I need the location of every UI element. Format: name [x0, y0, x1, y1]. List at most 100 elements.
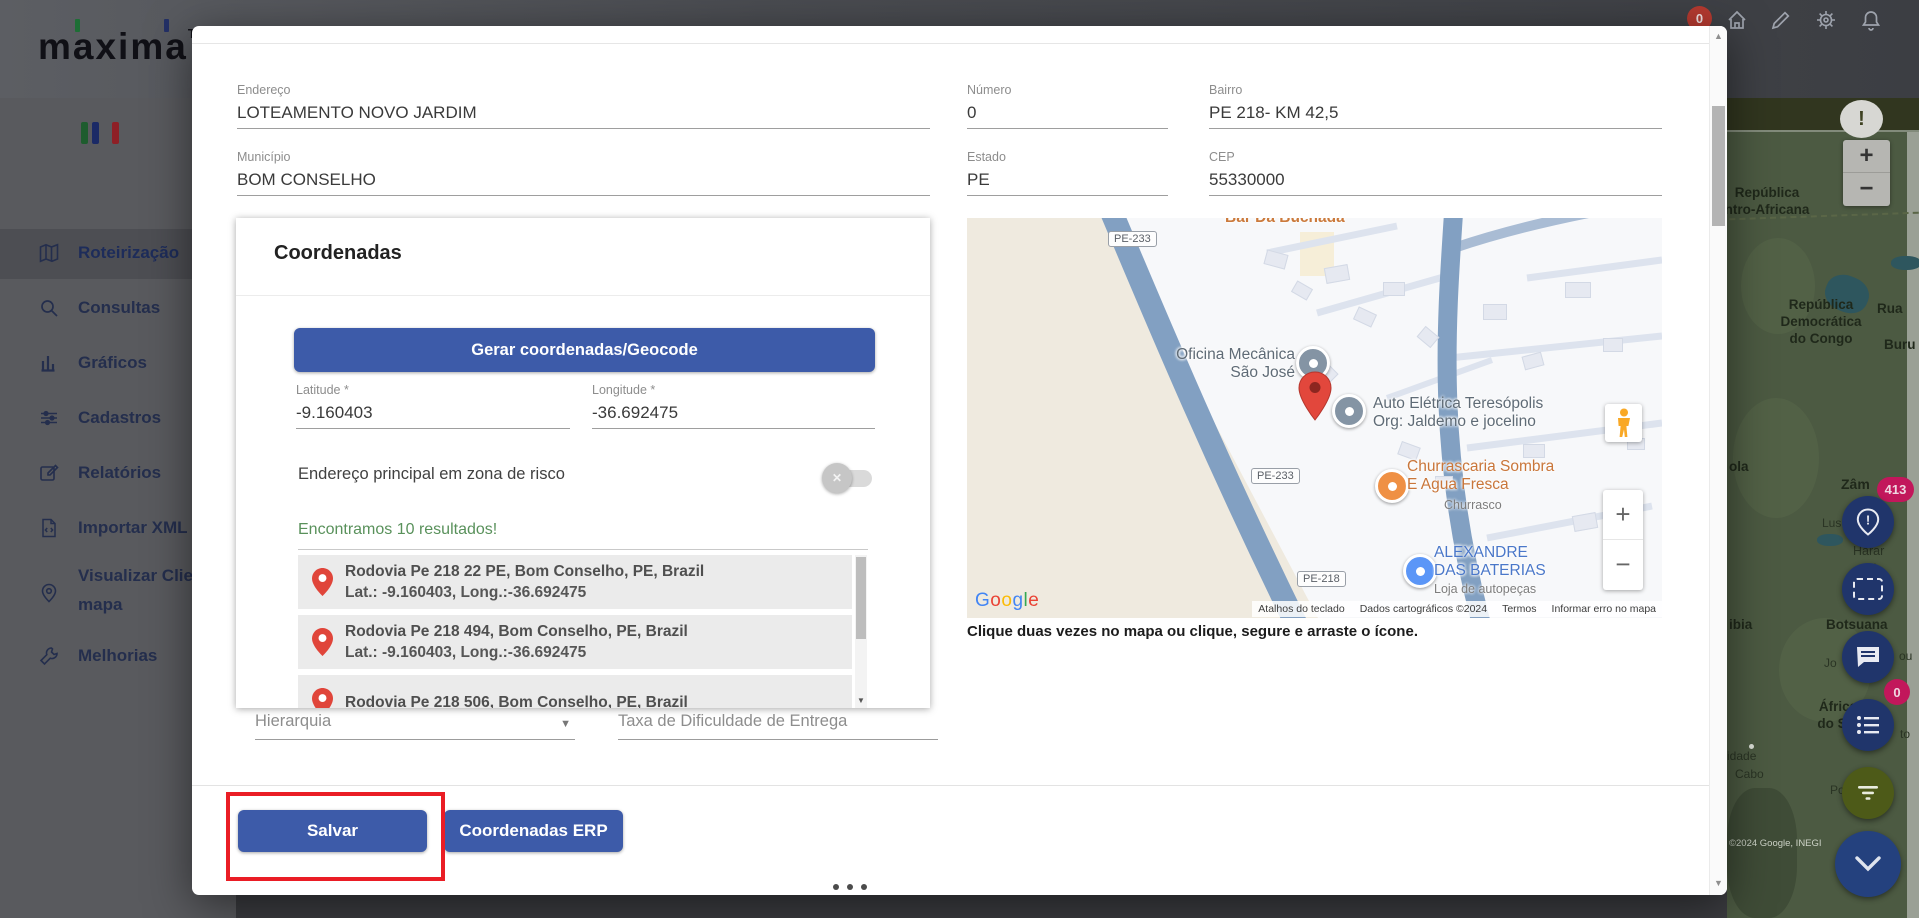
modal-scrollbar[interactable]: ▲ ▼ [1709, 26, 1727, 895]
municipio-label: Município [237, 150, 930, 164]
cep-field[interactable]: CEP 55330000 [1209, 150, 1662, 196]
dashed-area-icon [1853, 578, 1883, 600]
pin-alert-fab[interactable]: ! [1842, 496, 1894, 548]
scroll-down-icon[interactable]: ▼ [1710, 878, 1727, 888]
chat-bubble-icon [1855, 645, 1881, 669]
poi-marker-shop[interactable] [1403, 554, 1437, 588]
ellipsis-dot [861, 884, 867, 890]
flag-green [81, 122, 88, 144]
map-label-lusaka: Lus [1822, 515, 1841, 532]
zoom-out-button[interactable]: − [1843, 173, 1890, 205]
map-label-namibia: ibia [1729, 616, 1752, 633]
background-zoom-control: + − [1843, 140, 1890, 206]
address-map[interactable]: PE-233 PE-233 PE-218 Bar Da Buchada Ofic… [967, 218, 1662, 618]
taxa-dificuldade-field[interactable]: Taxa de Dificuldade de Entrega [618, 712, 938, 740]
map-label-fragment-ou: ou [1899, 648, 1912, 665]
cep-value: 55330000 [1209, 170, 1662, 195]
pin-alert-icon: ! [1856, 508, 1880, 536]
poi-marker-restaurant[interactable] [1375, 469, 1409, 503]
filter-fab[interactable] [1842, 767, 1894, 819]
result-item[interactable]: Rodovia Pe 218 22 PE, Bom Conselho, PE, … [298, 555, 852, 609]
result-item[interactable]: Rodovia Pe 218 506, Bom Conselho, PE, Br… [298, 675, 852, 708]
bairro-label: Bairro [1209, 83, 1662, 97]
pegman-icon [1616, 408, 1632, 438]
toggle-knob: ✕ [822, 463, 852, 493]
scroll-down-icon[interactable]: ▼ [855, 696, 867, 705]
numero-field[interactable]: Número 0 [967, 83, 1168, 129]
map-building [1603, 338, 1623, 352]
pegman-control[interactable] [1605, 404, 1642, 442]
hierarquia-select[interactable]: Hierarquia ▼ [255, 712, 575, 740]
results-divider [298, 549, 868, 550]
sliders-icon [38, 407, 60, 429]
edit-address-modal: Endereço LOTEAMENTO NOVO JARDIM Número 0… [192, 26, 1727, 895]
scroll-up-icon[interactable]: ▲ [1710, 31, 1727, 41]
list-fab[interactable] [1842, 699, 1894, 751]
bairro-field[interactable]: Bairro PE 218- KM 42,5 [1209, 83, 1662, 129]
risk-zone-toggle[interactable]: ✕ [822, 462, 892, 494]
municipio-value: BOM CONSELHO [237, 170, 930, 195]
modal-top-divider [192, 43, 1710, 44]
estado-field[interactable]: Estado PE [967, 150, 1168, 196]
map-zoom-in-button[interactable]: + [1603, 490, 1643, 539]
geocode-button[interactable]: Gerar coordenadas/Geocode [294, 328, 875, 372]
red-pin-icon [312, 628, 333, 656]
google-logo: Google [975, 590, 1039, 612]
route-badge-pe233: PE-233 [1108, 231, 1157, 247]
numero-value: 0 [967, 103, 1168, 128]
area-select-fab[interactable] [1842, 563, 1894, 615]
collapse-chevron-fab[interactable] [1835, 831, 1901, 897]
map-zoom-control: + − [1603, 490, 1643, 590]
results-scrollbar[interactable]: ▼ [855, 555, 867, 708]
estado-value: PE [967, 170, 1168, 195]
result-item[interactable]: Rodovia Pe 218 494, Bom Conselho, PE, Br… [298, 615, 852, 669]
dropdown-chevron-icon: ▼ [560, 718, 571, 730]
wrench-icon [38, 645, 60, 667]
map-frame-line [1727, 130, 1919, 132]
bell-icon[interactable] [1860, 9, 1882, 31]
map-label-cidade: idade [1727, 748, 1756, 765]
latitude-field[interactable]: Latitude * -9.160403 [296, 383, 570, 429]
poi-alexandre-category: Loja de autopeças [1434, 582, 1536, 596]
report-map-error-link[interactable]: Informar erro no mapa [1552, 603, 1656, 615]
longitude-field[interactable]: Longitude * -36.692475 [592, 383, 875, 429]
map-edge-panel [1907, 132, 1919, 918]
background-band [1727, 98, 1919, 130]
endereco-value: LOTEAMENTO NOVO JARDIM [237, 103, 930, 128]
edit-icon[interactable] [1770, 9, 1792, 31]
lake-shape [1817, 534, 1843, 546]
map-building [1523, 444, 1545, 458]
red-pin-icon [312, 568, 333, 596]
results-count-text: Encontramos 10 resultados! [298, 521, 497, 539]
poi-churrascaria: Churrascaria Sombra E Agua Fresca [1407, 458, 1554, 494]
chat-fab[interactable] [1842, 631, 1894, 683]
settings-gear-icon[interactable] [1815, 9, 1837, 31]
map-label-joanesburgo: Jo [1824, 655, 1837, 672]
keyboard-shortcuts-link[interactable]: Atalhos do teclado [1258, 603, 1344, 615]
map-zoom-out-button[interactable]: − [1603, 540, 1643, 589]
modal-scrollbar-thumb[interactable] [1712, 106, 1725, 226]
card-divider [236, 295, 930, 296]
xml-file-icon [38, 517, 60, 539]
map-red-pin-icon[interactable] [1295, 370, 1335, 422]
endereco-field[interactable]: Endereço LOTEAMENTO NOVO JARDIM [237, 83, 930, 129]
map-label-zambia: Zâm [1841, 476, 1870, 493]
terms-link[interactable]: Termos [1502, 603, 1536, 615]
results-scrollbar-thumb[interactable] [856, 557, 866, 639]
zoom-in-button[interactable]: + [1843, 140, 1890, 172]
coordenadas-erp-button[interactable]: Coordenadas ERP [444, 810, 623, 852]
alert-icon[interactable]: ! [1840, 100, 1883, 138]
poi-marker-gray[interactable] [1332, 394, 1366, 428]
municipio-field[interactable]: Município BOM CONSELHO [237, 150, 930, 196]
ellipsis-dot [833, 884, 839, 890]
endereco-label: Endereço [237, 83, 930, 97]
count-badge-0: 0 [1884, 679, 1910, 705]
map-building [1565, 282, 1591, 298]
maxima-logo: maximaTE [38, 26, 206, 68]
report-edit-icon [38, 462, 60, 484]
poi-churrascaria-category: Churrasco [1444, 498, 1502, 512]
map-label-republica-centro-africana: República ntro-Africana [1727, 184, 1823, 218]
chart-icon [38, 352, 60, 374]
risk-zone-label: Endereço principal em zona de risco [298, 465, 565, 484]
home-icon[interactable] [1726, 9, 1748, 31]
